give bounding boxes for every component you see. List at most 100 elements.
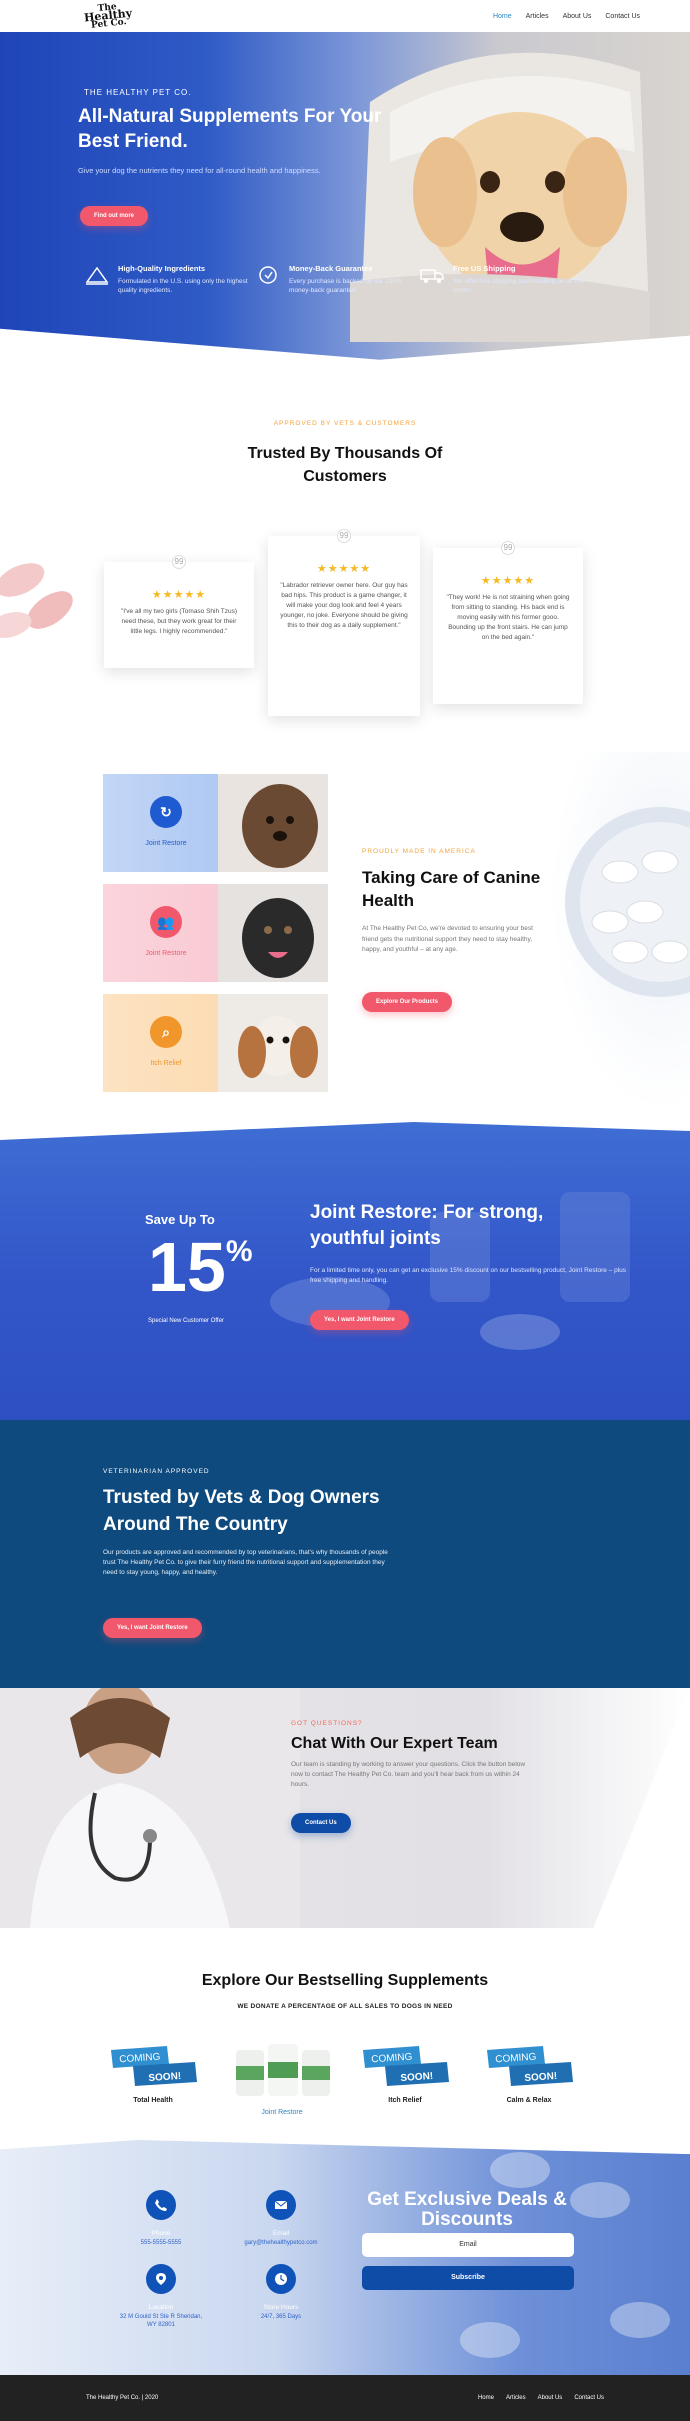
promo-joint-restore-button[interactable]: Yes, I want Joint Restore <box>310 1310 409 1330</box>
feature-quality: High-Quality Ingredients Formulated in th… <box>84 264 254 295</box>
canine-text: At The Healthy Pet Co, we're devoted to … <box>362 925 533 953</box>
dog-photo-spaniel <box>218 994 328 1092</box>
product-label: Total Health <box>133 2097 173 2104</box>
nav-about[interactable]: About Us <box>563 13 592 20</box>
feature-guarantee: Money-Back Guarantee Every purchase is ba… <box>255 264 425 295</box>
subscribe-button[interactable]: Subscribe <box>362 2266 574 2290</box>
coming-soon-ribbon: COMING SOON! <box>487 2046 573 2086</box>
truck-icon <box>420 269 444 283</box>
star-rating: ★★★★★ <box>480 575 536 587</box>
contact-hours[interactable]: Store Hours 24/7, 365 Days <box>236 2264 326 2321</box>
contact-label: Location <box>148 2304 174 2311</box>
hero-section: THE HEALTHY PET CO. All-Natural Suppleme… <box>0 32 690 360</box>
coming-soon-ribbon: COMING SOON! <box>363 2046 449 2086</box>
pills-decoration-image <box>0 563 73 638</box>
quote-icon: 99 <box>501 541 515 555</box>
vets-text: Our products are approved and recommende… <box>103 1549 388 1576</box>
joint-restore-bottles-image <box>236 2044 330 2096</box>
product-tile-joint-restore-1[interactable]: ↻ Joint Restore <box>103 774 328 872</box>
site-header: The Healthy Pet Co. Home Articles About … <box>0 0 690 32</box>
contact-label: Phone <box>151 2230 171 2237</box>
deals-section: Phone 555-5555-5555 Email gary@thehealth… <box>0 2140 690 2375</box>
footer-nav: Home Articles About Us Contact Us <box>478 2395 604 2401</box>
canine-kicker: PROUDLY MADE IN AMERICA <box>362 848 476 855</box>
feature-quality-title: High-Quality Ingredients <box>118 264 206 273</box>
quality-badge-icon <box>85 266 109 285</box>
pill-bowl-image <box>565 807 690 997</box>
footer-link-home[interactable]: Home <box>478 2395 494 2401</box>
contact-value: gary@thehealthypetco.com <box>244 2240 318 2246</box>
expert-title: Chat With Our Expert Team <box>291 1735 498 1752</box>
contact-value: 555-5555-5555 <box>140 2240 182 2246</box>
feature-quality-text: Formulated in the U.S. using only the hi… <box>118 278 248 294</box>
product-tile-label: Joint Restore <box>145 840 187 847</box>
vets-joint-restore-button[interactable]: Yes, I want Joint Restore <box>103 1618 202 1638</box>
email-input[interactable]: Email <box>362 2233 574 2257</box>
contact-email[interactable]: Email gary@thehealthypetco.com <box>236 2190 326 2247</box>
testimonial-text-1: "I've all my two girls (Tomaso Shih Tzus… <box>120 608 238 635</box>
coming-soon-ribbon: COMING SOON! <box>111 2046 197 2086</box>
nav-contact[interactable]: Contact Us <box>605 13 640 20</box>
product-tile-itch-relief[interactable]: ⌕ Itch Relief <box>103 994 328 1092</box>
hero-dog-image <box>350 52 650 342</box>
percent-sign: % <box>225 1235 253 1268</box>
contact-location[interactable]: Location 32 M Gould St Ste R Sheridan, W… <box>116 2264 206 2329</box>
product-calm-relax[interactable]: COMING SOON! Calm & Relax <box>474 2044 584 2104</box>
copyright-text: The Healthy Pet Co. | 2020 <box>86 2395 159 2401</box>
product-label: Joint Restore <box>261 2109 303 2116</box>
pill-bowl-area <box>550 752 690 1112</box>
promo-section: Save Up To 15% Special New Customer Offe… <box>0 1122 690 1422</box>
deals-title: Get Exclusive Deals & Discounts <box>367 2189 567 2230</box>
contact-us-button[interactable]: Contact Us <box>291 1813 351 1833</box>
testimonial-text-3: "They work! He is not straining when goi… <box>446 594 570 641</box>
feature-shipping-text: We offer free shipping and handling on a… <box>453 278 584 294</box>
expert-kicker: GOT QUESTIONS? <box>291 1720 363 1727</box>
testimonial-text-2: "Labrador retriever owner here. Our guy … <box>280 582 408 629</box>
canine-title: Taking Care of Canine Health <box>362 868 541 910</box>
product-total-health[interactable]: COMING SOON! Total Health <box>98 2044 208 2104</box>
product-itch-relief[interactable]: COMING SOON! Itch Relief <box>350 2044 460 2104</box>
group-icon: 👥 <box>150 906 182 938</box>
product-tile-label: Itch Relief <box>150 1060 182 1067</box>
star-rating: ★★★★★ <box>316 563 372 575</box>
discount-percent: 15% <box>148 1232 253 1302</box>
footer-link-about[interactable]: About Us <box>538 2395 563 2401</box>
testimonials-kicker: APPROVED BY VETS & CUSTOMERS <box>273 420 417 427</box>
find-out-more-button[interactable]: Find out more <box>80 206 148 226</box>
discount-value: 15 <box>148 1228 226 1306</box>
vets-section: VETERINARIAN APPROVED Trusted by Vets & … <box>0 1420 690 1688</box>
explore-products-button[interactable]: Explore Our Products <box>362 992 453 1012</box>
quote-icon: 99 <box>337 529 351 543</box>
product-joint-restore[interactable]: Joint Restore <box>227 2040 337 2116</box>
promo-text: For a limited time only, you can get an … <box>310 1267 627 1284</box>
product-tile-joint-restore-2[interactable]: 👥 Joint Restore <box>103 884 328 982</box>
star-rating: ★★★★★ <box>151 589 207 601</box>
product-label: Itch Relief <box>388 2097 422 2104</box>
footer-link-articles[interactable]: Articles <box>506 2395 526 2401</box>
site-footer: The Healthy Pet Co. | 2020 Home Articles… <box>0 2375 690 2421</box>
contact-value: 32 M Gould St Ste R Sheridan, WY 82801 <box>119 2314 203 2328</box>
save-label: Save Up To <box>145 1212 215 1227</box>
vets-kicker: VETERINARIAN APPROVED <box>103 1468 210 1475</box>
phone-icon <box>146 2190 176 2220</box>
hero-kicker: THE HEALTHY PET CO. <box>84 88 192 97</box>
vets-title: Trusted by Vets & Dog Owners Around The … <box>103 1487 380 1535</box>
contact-label: Email <box>272 2230 290 2237</box>
nav-home[interactable]: Home <box>493 13 512 20</box>
deals-background-pills <box>460 2152 670 2358</box>
bestsellers-title: Explore Our Bestselling Supplements <box>201 1972 489 1989</box>
vet-doctor-image <box>0 1688 300 1928</box>
map-pin-icon <box>146 2264 176 2294</box>
soon-text: SOON! <box>148 2071 181 2084</box>
testimonial-card-3: 99 ★★★★★ "They work! He is not straining… <box>433 541 583 704</box>
feature-guarantee-text: Every purchase is backed by our 100% mon… <box>289 278 402 294</box>
nav-articles[interactable]: Articles <box>526 13 549 20</box>
hero-subtitle: Give your dog the nutrients they need fo… <box>78 166 321 175</box>
contact-phone[interactable]: Phone 555-5555-5555 <box>116 2190 206 2247</box>
main-nav: Home Articles About Us Contact Us <box>493 13 640 20</box>
site-logo[interactable]: The Healthy Pet Co. <box>83 2 133 31</box>
feature-guarantee-title: Money-Back Guarantee <box>289 264 373 273</box>
product-label: Calm & Relax <box>506 2097 552 2104</box>
contact-value: 24/7, 365 Days <box>260 2314 302 2320</box>
footer-link-contact[interactable]: Contact Us <box>574 2395 604 2401</box>
